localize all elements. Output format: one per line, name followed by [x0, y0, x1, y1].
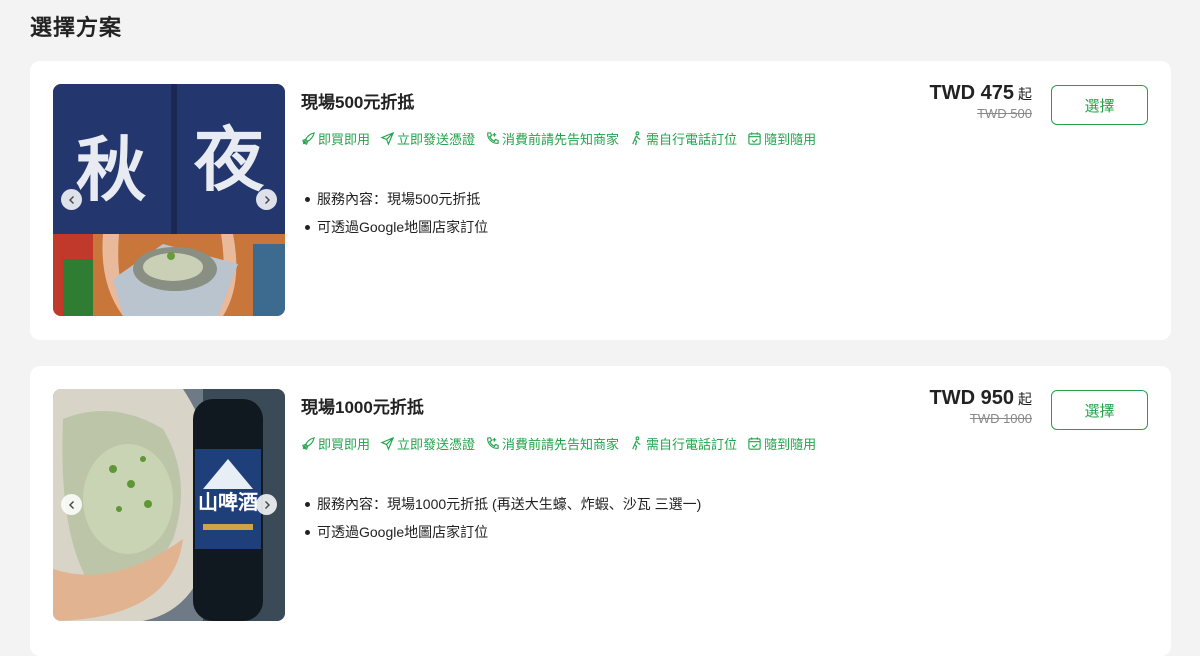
feature-item: 隨到隨用: [747, 434, 816, 453]
plan-card: 山啤酒 現場1000元折抵 即買即用 立即發送憑證 消費前請先告知商家 需自行電…: [30, 366, 1171, 656]
feature-label: 需自行電話訂位: [646, 132, 738, 147]
send-icon: [380, 436, 395, 451]
feature-item: 立即發送憑證: [380, 129, 475, 148]
plan-title: 現場500元折抵: [301, 93, 415, 112]
carousel-prev-button[interactable]: [61, 189, 82, 210]
carousel-prev-button[interactable]: [61, 494, 82, 515]
plan-image-carousel[interactable]: 秋 夜: [53, 84, 285, 316]
feature-item: 需自行電話訂位: [629, 129, 737, 148]
chevron-right-icon: [264, 500, 270, 509]
carousel-next-button[interactable]: [256, 494, 277, 515]
select-button[interactable]: 選擇: [1051, 85, 1148, 125]
walk-icon: [632, 436, 641, 451]
plan-card: 秋 夜 現場500元折抵 即買即用 立即發送憑證 消費前請先告知商家 需自行電話…: [30, 61, 1171, 340]
select-button[interactable]: 選擇: [1051, 390, 1148, 430]
feature-item: 消費前請先告知商家: [485, 434, 619, 453]
phone-icon: [487, 437, 499, 449]
rocket-icon: [302, 132, 315, 145]
plan-description: 服務內容：現場1000元折抵 (再送大生蠔、炸蝦、沙瓦 三選一) 可透過Goog…: [301, 494, 701, 550]
original-price: TWD 1000: [969, 411, 1032, 426]
feature-label: 即買即用: [318, 437, 371, 452]
feature-label: 隨到隨用: [764, 437, 817, 452]
bottle-label-text: 山啤酒: [198, 490, 258, 514]
carousel-next-button[interactable]: [256, 189, 277, 210]
price-suffix: 起: [1018, 391, 1032, 407]
feature-item: 隨到隨用: [747, 129, 816, 148]
plan-description: 服務內容：現場500元折抵 可透過Google地圖店家訂位: [301, 189, 488, 245]
feature-label: 需自行電話訂位: [646, 437, 738, 452]
plan-title: 現場1000元折抵: [301, 398, 424, 417]
price: TWD 950: [929, 387, 1014, 409]
original-price: TWD 500: [977, 106, 1032, 121]
feature-item: 立即發送憑證: [380, 434, 475, 453]
feature-item: 需自行電話訂位: [629, 434, 737, 453]
chevron-right-icon: [264, 195, 270, 204]
feature-label: 即買即用: [318, 132, 371, 147]
price-box: TWD 475 起 TWD 500: [930, 82, 1032, 121]
feature-item: 消費前請先告知商家: [485, 129, 619, 148]
calendar-check-icon: [748, 437, 761, 450]
description-item: 服務內容：現場1000元折抵 (再送大生蠔、炸蝦、沙瓦 三選一): [301, 494, 701, 522]
feature-label: 隨到隨用: [764, 132, 817, 147]
chevron-left-icon: [68, 500, 74, 509]
send-icon: [380, 131, 395, 146]
calendar-check-icon: [748, 132, 761, 145]
price-suffix: 起: [1018, 86, 1032, 102]
banner-char: 夜: [193, 118, 265, 201]
feature-label: 消費前請先告知商家: [502, 437, 620, 452]
plan-image-carousel[interactable]: 山啤酒: [53, 389, 285, 621]
feature-list: 即買即用 立即發送憑證 消費前請先告知商家 需自行電話訂位 隨到隨用: [301, 129, 816, 148]
description-item: 可透過Google地圖店家訂位: [301, 522, 701, 550]
price: TWD 475: [929, 82, 1014, 104]
banner-char: 秋: [76, 128, 146, 211]
rocket-icon: [302, 437, 315, 450]
price-box: TWD 950 起 TWD 1000: [930, 387, 1032, 426]
feature-item: 即買即用: [301, 129, 370, 148]
description-item: 可透過Google地圖店家訂位: [301, 217, 488, 245]
feature-label: 消費前請先告知商家: [502, 132, 620, 147]
plan-image: 山啤酒: [53, 389, 285, 621]
feature-list: 即買即用 立即發送憑證 消費前請先告知商家 需自行電話訂位 隨到隨用: [301, 434, 816, 453]
description-item: 服務內容：現場500元折抵: [301, 189, 488, 217]
feature-label: 立即發送憑證: [397, 132, 476, 147]
walk-icon: [632, 131, 641, 146]
phone-icon: [487, 132, 499, 144]
plan-image: 秋 夜: [53, 84, 285, 316]
chevron-left-icon: [68, 195, 74, 204]
section-title: 選擇方案: [30, 15, 123, 40]
feature-label: 立即發送憑證: [397, 437, 476, 452]
feature-item: 即買即用: [301, 434, 370, 453]
